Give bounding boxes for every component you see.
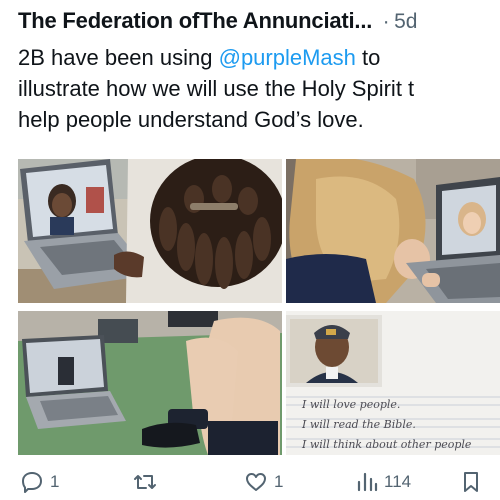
photo-girl-laptop-image (18, 159, 282, 303)
girl-blonde-laptop-photo[interactable] (286, 159, 500, 303)
timestamp[interactable]: 5d (394, 10, 417, 33)
handwriting-worksheet-photo[interactable]: I will love people. I will read the Bibl… (286, 311, 500, 455)
photo-laptop-floor-image (18, 311, 282, 455)
mention-link[interactable]: @purpleMash (219, 45, 356, 70)
like-icon (246, 473, 266, 491)
tweet-line-3: help people understand God’s love. (18, 107, 364, 132)
author-name[interactable]: The Federation ofThe Annunciati... (18, 8, 372, 33)
like-button[interactable]: 1 (244, 470, 283, 494)
reply-button[interactable]: 1 (20, 470, 59, 494)
separator: · (382, 10, 390, 33)
retweet-icon (134, 475, 156, 489)
views-button[interactable]: 114 (356, 470, 411, 494)
bookmark-button[interactable] (460, 470, 482, 494)
laptop-on-floor-photo[interactable] (18, 311, 282, 455)
tweet-line-1: 2B have been using @purpleMash to (18, 42, 500, 73)
tweet-actions-bar: 1 1 114 (0, 470, 500, 500)
photo-blonde-girl-image (286, 159, 500, 303)
like-count: 1 (274, 472, 284, 491)
views-icon (357, 472, 378, 492)
worksheet-line-3: I will think about other people (302, 438, 472, 451)
worksheet-line-2: I will read the Bible. (302, 418, 416, 431)
reply-count: 1 (50, 472, 60, 491)
tweet-text: 2B have been using @purpleMash to illust… (18, 42, 500, 135)
worksheet-line-1: I will love people. (302, 398, 401, 411)
retweet-button[interactable] (132, 470, 164, 494)
tweet-line-2: illustrate how we will use the Holy Spir… (18, 76, 415, 101)
tweet-header: The Federation ofThe Annunciati... · 5d (18, 8, 500, 40)
bookmark-icon (464, 472, 478, 492)
tweet-text-segment: to (355, 45, 381, 70)
reply-icon (22, 472, 42, 493)
views-count: 114 (384, 472, 412, 491)
media-grid: I will love people. I will read the Bibl… (18, 159, 500, 455)
tweet-text-segment: 2B have been using (18, 45, 219, 70)
girl-with-laptop-photo[interactable] (18, 159, 282, 303)
